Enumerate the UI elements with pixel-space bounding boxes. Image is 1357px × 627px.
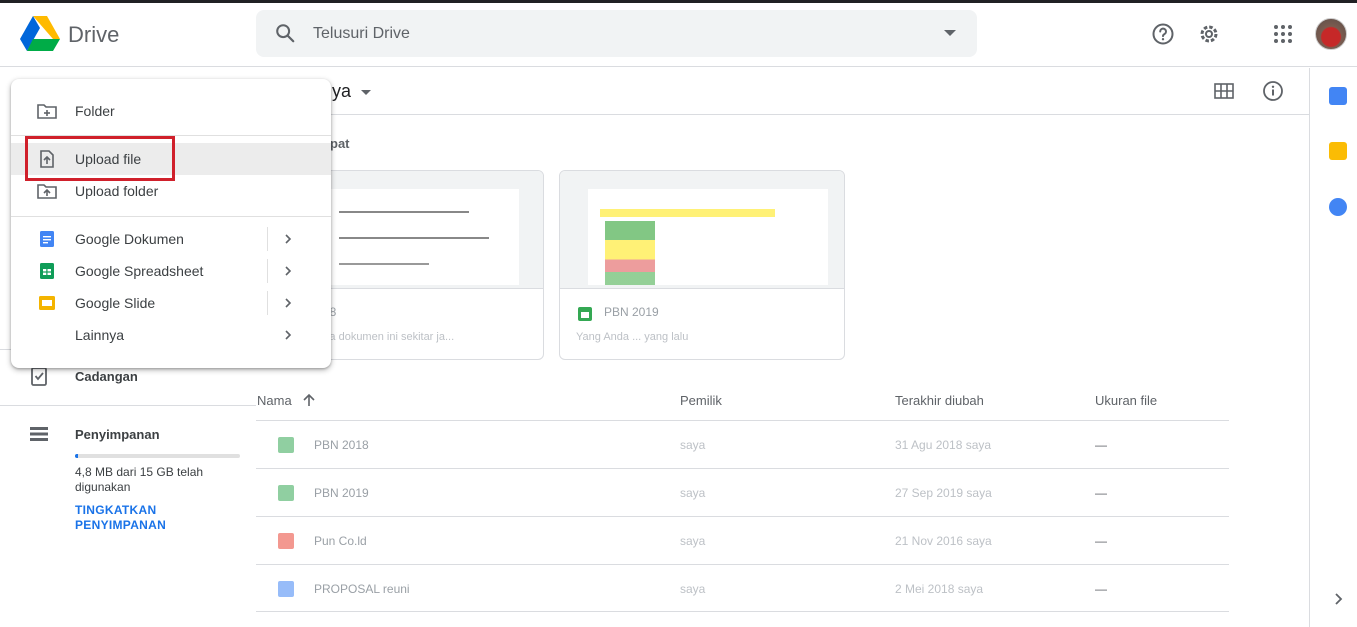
chevron-right-icon[interactable] bbox=[1331, 592, 1345, 606]
gear-icon[interactable] bbox=[1197, 22, 1221, 46]
table-row[interactable]: PROPOSAL reuni saya 2 Mei 2018 saya — bbox=[256, 564, 1229, 612]
menu-item-label: Upload folder bbox=[75, 183, 159, 199]
file-size: — bbox=[1095, 582, 1107, 596]
apps-grid-icon[interactable] bbox=[1271, 22, 1295, 46]
file-size: — bbox=[1095, 438, 1107, 452]
google-slides-icon bbox=[39, 296, 55, 310]
table-row[interactable]: Pun Co.ld saya 21 Nov 2016 saya — bbox=[256, 516, 1229, 564]
file-modified: 21 Nov 2016 saya bbox=[895, 534, 992, 548]
top-bar: Drive Telusuri Drive bbox=[0, 3, 1357, 67]
file-name: PBN 2018 bbox=[314, 438, 369, 452]
file-owner: saya bbox=[680, 486, 706, 500]
keep-icon[interactable] bbox=[1329, 142, 1347, 160]
avatar[interactable] bbox=[1315, 18, 1347, 50]
side-panel bbox=[1309, 68, 1357, 627]
file-modified: 27 Sep 2019 saya bbox=[895, 486, 992, 500]
new-folder-icon bbox=[37, 104, 57, 119]
chevron-right-icon[interactable] bbox=[281, 230, 295, 248]
column-header-modified[interactable]: Terakhir diubah bbox=[895, 393, 984, 408]
menu-item-label: Google Spreadsheet bbox=[75, 263, 204, 279]
app-name: Drive bbox=[68, 22, 120, 47]
file-size: — bbox=[1095, 534, 1107, 548]
highlight-annotation bbox=[25, 136, 175, 181]
presentation-icon bbox=[278, 533, 294, 549]
file-owner: saya bbox=[680, 534, 706, 548]
card-subtitle: Yang Anda ... yang lalu bbox=[576, 331, 689, 343]
menu-item-google-docs[interactable]: Google Dokumen bbox=[11, 223, 331, 255]
file-name: Pun Co.ld bbox=[314, 534, 367, 548]
help-icon[interactable] bbox=[1151, 22, 1175, 46]
spreadsheet-icon bbox=[278, 437, 294, 453]
folder-upload-icon bbox=[37, 184, 57, 199]
sidebar-item-label: Penyimpanan bbox=[75, 426, 160, 442]
menu-item-label: Google Slide bbox=[75, 295, 156, 311]
menu-item-folder[interactable]: Folder bbox=[11, 95, 331, 127]
sidebar-divider bbox=[0, 405, 256, 406]
menu-item-label: Google Dokumen bbox=[75, 231, 184, 247]
drive-logo-icon[interactable] bbox=[20, 16, 60, 52]
file-name: PBN 2019 bbox=[314, 486, 369, 500]
chevron-right-icon[interactable] bbox=[281, 294, 295, 312]
grid-view-icon[interactable] bbox=[1214, 82, 1234, 100]
column-header-size[interactable]: Ukuran file bbox=[1095, 393, 1157, 408]
file-modified: 31 Agu 2018 saya bbox=[895, 438, 992, 452]
menu-separator bbox=[267, 227, 268, 251]
sort-ascending-icon[interactable] bbox=[302, 392, 316, 408]
menu-separator bbox=[267, 291, 268, 315]
upgrade-storage-link[interactable]: TINGKATKAN PENYIMPANAN bbox=[75, 503, 215, 533]
sidebar-item-storage[interactable]: Penyimpanan bbox=[0, 418, 256, 450]
file-name: PROPOSAL reuni bbox=[314, 582, 410, 596]
quick-access-label: pat bbox=[330, 136, 350, 151]
menu-item-more[interactable]: Lainnya bbox=[11, 319, 331, 351]
file-owner: saya bbox=[680, 438, 706, 452]
storage-icon bbox=[30, 427, 48, 441]
search-bar[interactable]: Telusuri Drive bbox=[256, 10, 977, 57]
spreadsheet-icon bbox=[578, 307, 592, 321]
suggested-file-card[interactable]: PBN 2019 Yang Anda ... yang lalu bbox=[559, 170, 845, 360]
info-icon[interactable] bbox=[1262, 80, 1284, 102]
spreadsheet-icon bbox=[278, 485, 294, 501]
google-docs-icon bbox=[40, 231, 54, 247]
menu-item-label: Folder bbox=[75, 103, 115, 119]
document-icon bbox=[278, 581, 294, 597]
new-item-menu: Folder Upload file Upload folder Google … bbox=[11, 79, 331, 368]
chevron-right-icon[interactable] bbox=[281, 262, 295, 280]
main-content: ya pat ... 018 ... membuka dokumen ini s… bbox=[256, 68, 1309, 627]
chevron-right-icon[interactable] bbox=[281, 326, 295, 344]
sidebar-item-label: Cadangan bbox=[75, 368, 138, 384]
menu-divider bbox=[11, 216, 331, 217]
calendar-icon[interactable] bbox=[1329, 87, 1347, 105]
file-owner: saya bbox=[680, 582, 706, 596]
google-sheets-icon bbox=[40, 263, 54, 279]
chevron-down-icon[interactable] bbox=[361, 90, 371, 95]
card-title: PBN 2019 bbox=[604, 305, 659, 319]
menu-item-google-slides[interactable]: Google Slide bbox=[11, 287, 331, 319]
file-size: — bbox=[1095, 486, 1107, 500]
menu-item-google-sheets[interactable]: Google Spreadsheet bbox=[11, 255, 331, 287]
search-options-icon[interactable] bbox=[944, 30, 956, 36]
table-row[interactable]: PBN 2018 saya 31 Agu 2018 saya — bbox=[256, 420, 1229, 468]
column-header-owner[interactable]: Pemilik bbox=[680, 393, 722, 408]
backup-icon bbox=[31, 367, 47, 386]
storage-progress-bar bbox=[75, 454, 240, 458]
table-row[interactable]: PBN 2019 saya 27 Sep 2019 saya — bbox=[256, 468, 1229, 516]
search-input[interactable]: Telusuri Drive bbox=[313, 25, 410, 43]
storage-usage-text: 4,8 MB dari 15 GB telah digunakan bbox=[75, 465, 204, 494]
header-divider bbox=[256, 114, 1309, 115]
menu-separator bbox=[267, 259, 268, 283]
page-title[interactable]: ya bbox=[332, 81, 351, 102]
menu-item-label: Lainnya bbox=[75, 327, 125, 343]
tasks-icon[interactable] bbox=[1329, 198, 1347, 216]
file-thumbnail bbox=[560, 171, 844, 289]
file-modified: 2 Mei 2018 saya bbox=[895, 582, 984, 596]
search-icon[interactable] bbox=[274, 22, 296, 44]
column-header-name[interactable]: Nama bbox=[257, 393, 292, 408]
storage-progress-fill bbox=[75, 454, 79, 458]
